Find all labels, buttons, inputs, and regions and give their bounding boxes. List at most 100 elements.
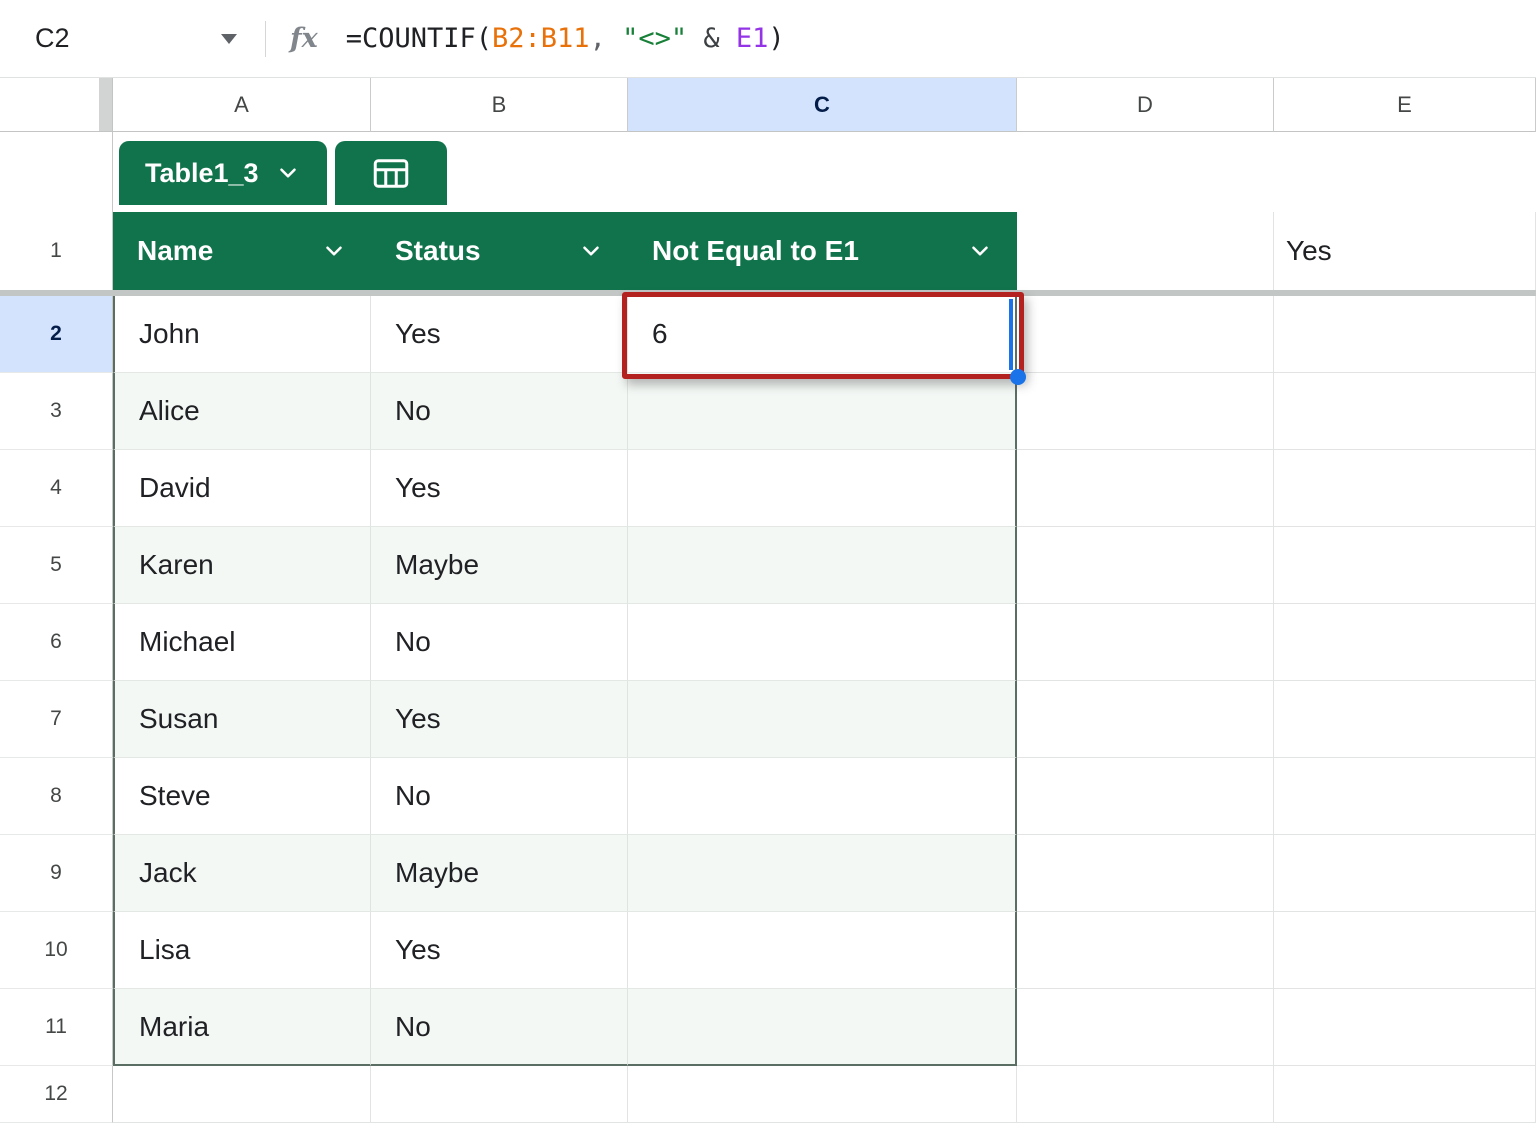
row-header-9[interactable]: 9 [0, 835, 113, 912]
table-header-name[interactable]: Name [113, 212, 371, 290]
row-header-5[interactable]: 5 [0, 527, 113, 604]
sheet-row-8: 8SteveNo [0, 758, 1536, 835]
cell-A10[interactable]: Lisa [113, 912, 371, 989]
cell-E12[interactable] [1274, 1066, 1536, 1123]
select-all-corner[interactable] [0, 78, 113, 132]
table-menu-button[interactable] [335, 141, 447, 205]
column-header-e[interactable]: E [1274, 78, 1536, 132]
formula-input[interactable]: =COUNTIF(B2:B11, "<>" & E1) [346, 23, 785, 54]
cell-E6[interactable] [1274, 604, 1536, 681]
sheet-row-10: 10LisaYes [0, 912, 1536, 989]
cell-B10[interactable]: Yes [371, 912, 628, 989]
cell-D10[interactable] [1017, 912, 1274, 989]
sheet-row-5: 5KarenMaybe [0, 527, 1536, 604]
filter-chevron-icon[interactable] [967, 238, 993, 264]
row-header-6[interactable]: 6 [0, 604, 113, 681]
sheet-row-1: 1 Name Status Not Equal to E1 [0, 212, 1536, 290]
cell-A5[interactable]: Karen [113, 527, 371, 604]
cell-D7[interactable] [1017, 681, 1274, 758]
cell-D1[interactable] [1017, 212, 1274, 290]
cell-D5[interactable] [1017, 527, 1274, 604]
cell-A8[interactable]: Steve [113, 758, 371, 835]
sheet-row-6: 6MichaelNo [0, 604, 1536, 681]
row-header-2[interactable]: 2 [0, 296, 113, 373]
cell-C8[interactable] [628, 758, 1017, 835]
column-header-a[interactable]: A [113, 78, 371, 132]
cell-C2[interactable]: 6 [628, 296, 1017, 373]
filter-chevron-icon[interactable] [578, 238, 604, 264]
cell-E4[interactable] [1274, 450, 1536, 527]
cell-C5[interactable] [628, 527, 1017, 604]
table-header-not-equal[interactable]: Not Equal to E1 [628, 212, 1017, 290]
chevron-down-icon[interactable] [275, 160, 301, 186]
cell-E8[interactable] [1274, 758, 1536, 835]
cell-C7[interactable] [628, 681, 1017, 758]
cell-A12[interactable] [113, 1066, 371, 1123]
chip-zone: Table1_3 [113, 132, 1536, 212]
formula-token: , [590, 23, 623, 54]
cell-C6[interactable] [628, 604, 1017, 681]
cell-C9[interactable] [628, 835, 1017, 912]
cell-B5[interactable]: Maybe [371, 527, 628, 604]
cell-E2[interactable] [1274, 296, 1536, 373]
cell-A7[interactable]: Susan [113, 681, 371, 758]
row-header-1[interactable]: 1 [0, 212, 113, 290]
cell-B3[interactable]: No [371, 373, 628, 450]
table-name-chip[interactable]: Table1_3 [119, 141, 327, 205]
row-header-4[interactable]: 4 [0, 450, 113, 527]
cell-E7[interactable] [1274, 681, 1536, 758]
cell-D6[interactable] [1017, 604, 1274, 681]
row-header-10[interactable]: 10 [0, 912, 113, 989]
cell-D8[interactable] [1017, 758, 1274, 835]
cell-D12[interactable] [1017, 1066, 1274, 1123]
cell-C3[interactable] [628, 373, 1017, 450]
fill-handle[interactable] [1010, 369, 1026, 385]
name-box[interactable]: C2 [0, 0, 265, 77]
cell-A11[interactable]: Maria [113, 989, 371, 1066]
cell-B4[interactable]: Yes [371, 450, 628, 527]
filter-chevron-icon[interactable] [321, 238, 347, 264]
cell-C4[interactable] [628, 450, 1017, 527]
row-header-8[interactable]: 8 [0, 758, 113, 835]
cell-B8[interactable]: No [371, 758, 628, 835]
cell-E1[interactable]: Yes [1274, 212, 1536, 290]
cell-B6[interactable]: No [371, 604, 628, 681]
row-header-12[interactable]: 12 [0, 1066, 113, 1123]
cell-E10[interactable] [1274, 912, 1536, 989]
row-header-3[interactable]: 3 [0, 373, 113, 450]
cell-C12[interactable] [628, 1066, 1017, 1123]
cell-A4[interactable]: David [113, 450, 371, 527]
cell-E11[interactable] [1274, 989, 1536, 1066]
cell-A3[interactable]: Alice [113, 373, 371, 450]
cell-B7[interactable]: Yes [371, 681, 628, 758]
cell-B12[interactable] [371, 1066, 628, 1123]
cell-A6[interactable]: Michael [113, 604, 371, 681]
cell-D11[interactable] [1017, 989, 1274, 1066]
cell-D4[interactable] [1017, 450, 1274, 527]
sheet-row-9: 9JackMaybe [0, 835, 1536, 912]
table-grid-icon [373, 158, 409, 189]
cell-A2[interactable]: John [113, 296, 371, 373]
sheet-row-11: 11MariaNo [0, 989, 1536, 1066]
cell-B9[interactable]: Maybe [371, 835, 628, 912]
name-box-dropdown-icon[interactable] [221, 34, 237, 44]
row-header-11[interactable]: 11 [0, 989, 113, 1066]
table-header-status[interactable]: Status [371, 212, 628, 290]
cell-E3[interactable] [1274, 373, 1536, 450]
cell-C11[interactable] [628, 989, 1017, 1066]
table-name-label: Table1_3 [145, 158, 259, 189]
column-header-b[interactable]: B [371, 78, 628, 132]
cell-E5[interactable] [1274, 527, 1536, 604]
cell-D9[interactable] [1017, 835, 1274, 912]
cell-A9[interactable]: Jack [113, 835, 371, 912]
cell-D3[interactable] [1017, 373, 1274, 450]
cell-E9[interactable] [1274, 835, 1536, 912]
cell-B2[interactable]: Yes [371, 296, 628, 373]
column-header-d[interactable]: D [1017, 78, 1274, 132]
cell-B11[interactable]: No [371, 989, 628, 1066]
cell-C10[interactable] [628, 912, 1017, 989]
cell-D2[interactable] [1017, 296, 1274, 373]
row-header-7[interactable]: 7 [0, 681, 113, 758]
column-header-c[interactable]: C [628, 78, 1017, 132]
sheet-rows: 2JohnYes63AliceNo4DavidYes5KarenMaybe6Mi… [0, 296, 1536, 1123]
